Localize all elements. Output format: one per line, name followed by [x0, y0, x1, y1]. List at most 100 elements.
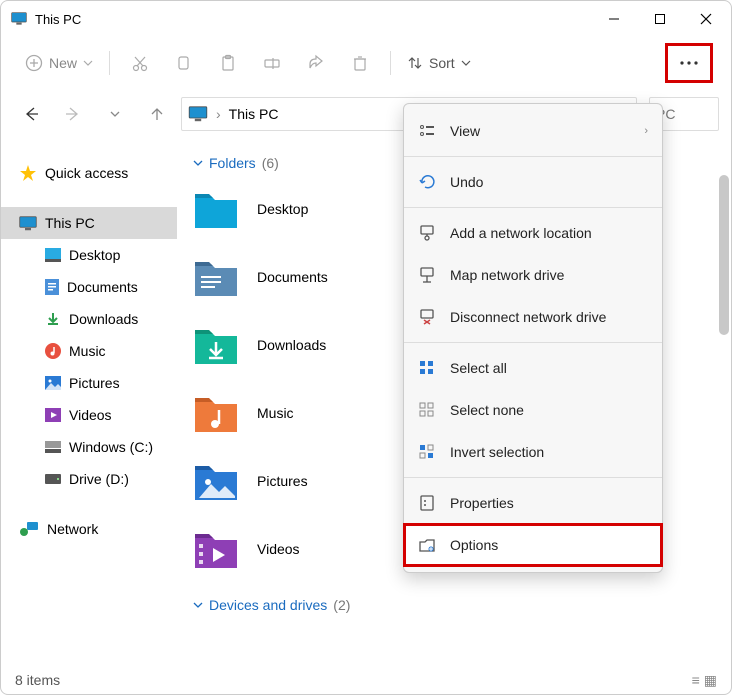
sidebar-item-music[interactable]: Music [1, 335, 177, 367]
copy-icon [175, 54, 193, 72]
rename-button[interactable] [252, 45, 292, 81]
sidebar-quick-access[interactable]: Quick access [1, 157, 177, 189]
rename-icon [263, 54, 281, 72]
map-drive-icon [418, 266, 436, 284]
menu-properties[interactable]: Properties [404, 482, 662, 524]
title-bar: This PC [1, 1, 731, 37]
thispc-icon [11, 12, 27, 26]
minimize-button[interactable] [591, 3, 637, 35]
menu-select-none[interactable]: Select none [404, 389, 662, 431]
videos-folder-icon [193, 528, 239, 570]
select-none-icon [418, 401, 436, 419]
desktop-folder-icon [193, 188, 239, 230]
videos-icon [45, 408, 61, 422]
disconnect-drive-icon [418, 308, 436, 326]
up-button[interactable] [139, 96, 175, 132]
sort-icon [407, 55, 423, 71]
more-button[interactable] [665, 43, 713, 83]
desktop-icon [45, 248, 61, 262]
sidebar-item-videos[interactable]: Videos [1, 399, 177, 431]
chevron-right-icon: › [216, 106, 221, 122]
close-button[interactable] [683, 3, 729, 35]
details-view-button[interactable]: ≡ [692, 672, 700, 689]
chevron-down-icon [193, 600, 203, 610]
sidebar-network[interactable]: Network [1, 513, 177, 545]
drive-icon [45, 474, 61, 484]
network-location-icon [418, 224, 436, 242]
invert-selection-icon [418, 443, 436, 461]
tiles-view-button[interactable]: ▦ [704, 672, 717, 689]
scrollbar-thumb[interactable] [719, 175, 729, 335]
share-button[interactable] [296, 45, 336, 81]
recent-button[interactable] [97, 96, 133, 132]
sidebar-this-pc[interactable]: This PC [1, 207, 177, 239]
sidebar-item-pictures[interactable]: Pictures [1, 367, 177, 399]
delete-button[interactable] [340, 45, 380, 81]
music-folder-icon [193, 392, 239, 434]
paste-button[interactable] [208, 45, 248, 81]
star-icon [19, 164, 37, 182]
menu-undo[interactable]: Undo [404, 161, 662, 203]
undo-icon [418, 173, 436, 191]
menu-invert-selection[interactable]: Invert selection [404, 431, 662, 473]
drive-icon [45, 441, 61, 453]
separator [390, 51, 391, 75]
forward-button[interactable] [55, 96, 91, 132]
menu-separator [404, 477, 662, 478]
scissors-icon [131, 54, 149, 72]
sidebar-item-windows-c[interactable]: Windows (C:) [1, 431, 177, 463]
downloads-folder-icon [193, 324, 239, 366]
chevron-right-icon: › [644, 125, 648, 137]
separator [109, 51, 110, 75]
navigation-pane: Quick access This PC Desktop Documents D… [1, 139, 177, 668]
select-all-icon [418, 359, 436, 377]
chevron-down-icon [461, 58, 471, 68]
back-button[interactable] [13, 96, 49, 132]
menu-select-all[interactable]: Select all [404, 347, 662, 389]
sidebar-item-desktop[interactable]: Desktop [1, 239, 177, 271]
maximize-button[interactable] [637, 3, 683, 35]
music-icon [45, 343, 61, 359]
view-icon [418, 122, 436, 140]
sidebar-item-drive-d[interactable]: Drive (D:) [1, 463, 177, 495]
window-title: This PC [35, 12, 591, 27]
group-header-devices[interactable]: Devices and drives (2) [193, 597, 723, 613]
menu-add-network[interactable]: Add a network location [404, 212, 662, 254]
breadcrumb-root[interactable]: This PC [229, 106, 279, 122]
menu-separator [404, 342, 662, 343]
thispc-icon [19, 216, 37, 231]
menu-separator [404, 207, 662, 208]
copy-button[interactable] [164, 45, 204, 81]
documents-folder-icon [193, 256, 239, 298]
trash-icon [351, 54, 369, 72]
cut-button[interactable] [120, 45, 160, 81]
options-icon [418, 536, 436, 554]
clipboard-icon [219, 54, 237, 72]
menu-map-drive[interactable]: Map network drive [404, 254, 662, 296]
menu-options[interactable]: Options [404, 524, 662, 566]
item-count: 8 items [15, 672, 60, 688]
properties-icon [418, 494, 436, 512]
sidebar-item-downloads[interactable]: Downloads [1, 303, 177, 335]
new-button[interactable]: New [19, 45, 99, 81]
ellipsis-icon [679, 60, 699, 66]
chevron-down-icon [109, 108, 121, 120]
plus-circle-icon [25, 54, 43, 72]
status-bar: 8 items ≡ ▦ [1, 666, 731, 694]
menu-separator [404, 156, 662, 157]
chevron-down-icon [193, 158, 203, 168]
network-icon [19, 521, 39, 537]
new-label: New [49, 55, 77, 71]
more-menu: View › Undo Add a network location Map n… [403, 103, 663, 573]
sort-label: Sort [429, 55, 455, 71]
menu-disconnect-drive[interactable]: Disconnect network drive [404, 296, 662, 338]
sort-button[interactable]: Sort [401, 45, 477, 81]
menu-view[interactable]: View › [404, 110, 662, 152]
pictures-icon [45, 376, 61, 390]
document-icon [45, 279, 59, 295]
download-icon [45, 311, 61, 327]
command-bar: New Sort [1, 37, 731, 89]
chevron-down-icon [83, 58, 93, 68]
thispc-icon [188, 106, 208, 122]
sidebar-item-documents[interactable]: Documents [1, 271, 177, 303]
